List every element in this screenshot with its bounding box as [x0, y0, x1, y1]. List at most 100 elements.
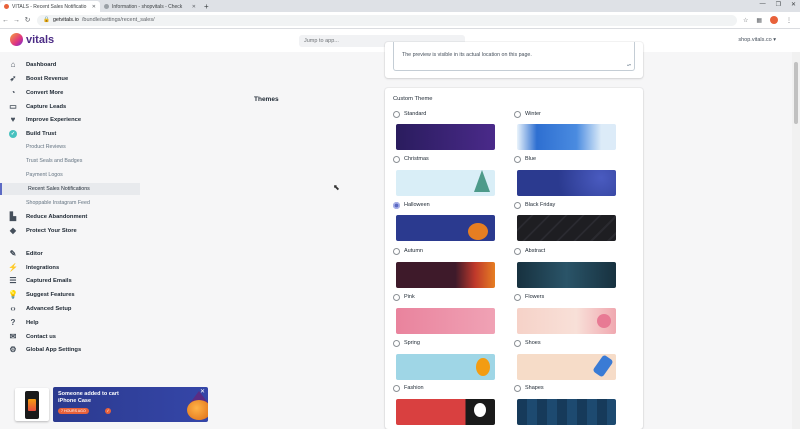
radio-button[interactable]	[393, 293, 400, 301]
theme-option-standard[interactable]: Standard	[393, 109, 426, 119]
radio-button[interactable]	[514, 339, 521, 347]
lock-icon: 🔒	[43, 17, 50, 23]
sidebar-item-label: Advanced Setup	[26, 305, 72, 312]
sidebar-item-label: Build Trust	[26, 130, 57, 137]
sidebar-item-captured-emails[interactable]: ☰ Captured Emails	[0, 274, 180, 287]
theme-swatch-standard[interactable]	[396, 124, 495, 150]
sidebar-item-contact-us[interactable]: ✉ Contact us	[0, 330, 180, 343]
page-scrollbar[interactable]	[792, 52, 800, 429]
sidebar-item-global-settings[interactable]: ⚙ Global App Settings	[0, 343, 180, 356]
sidebar-item-help[interactable]: ? Help	[0, 316, 180, 329]
radio-button[interactable]	[514, 384, 521, 392]
radio-button-selected[interactable]	[393, 201, 400, 209]
radio-button[interactable]	[393, 110, 400, 118]
theme-label: Flowers	[525, 294, 545, 300]
theme-option-black-friday[interactable]: Black Friday	[514, 200, 555, 210]
profile-avatar-icon[interactable]	[770, 16, 778, 24]
theme-swatch-halloween[interactable]	[396, 215, 495, 241]
radio-button[interactable]	[514, 110, 521, 118]
sidebar-item-suggest-features[interactable]: 💡 Suggest Features	[0, 288, 180, 301]
theme-swatch-pink[interactable]	[396, 308, 495, 334]
theme-swatch-flowers[interactable]	[517, 308, 616, 334]
theme-option-autumn[interactable]: Autumn	[393, 246, 423, 256]
scroll-arrows-icon[interactable]: ▴▾	[627, 62, 631, 67]
extension-icon[interactable]: ▦	[756, 17, 762, 24]
sidebar-subitem-instagram-feed[interactable]: Shoppable Instagram Feed	[26, 197, 90, 209]
home-icon: ⌂	[10, 60, 16, 69]
back-icon[interactable]: ←	[0, 17, 11, 24]
scrollbar-thumb[interactable]	[794, 62, 798, 124]
theme-option-shoes[interactable]: Shoes	[514, 338, 541, 348]
sidebar-item-boost-revenue[interactable]: ➶ Boost Revenue	[0, 72, 180, 85]
popup-close-icon[interactable]: ✕	[200, 388, 205, 395]
theme-swatch-blue[interactable]	[517, 170, 616, 196]
radio-button[interactable]	[393, 155, 400, 163]
sidebar-subitem-payment-logos[interactable]: Payment Logos	[26, 169, 63, 181]
theme-option-spring[interactable]: Spring	[393, 338, 420, 348]
sidebar-item-improve-experience[interactable]: ♥ Improve Experience	[0, 113, 180, 126]
restore-icon[interactable]: ❐	[776, 1, 781, 8]
sidebar-item-protect-store[interactable]: ◆ Protect Your Store	[0, 224, 180, 237]
reload-icon[interactable]: ↻	[22, 16, 33, 24]
radio-button[interactable]	[393, 247, 400, 255]
theme-swatch-black-friday[interactable]	[517, 215, 616, 241]
radio-button[interactable]	[514, 247, 521, 255]
theme-swatch-spring[interactable]	[396, 354, 495, 380]
sidebar-subitem-product-reviews[interactable]: Product Reviews	[26, 141, 66, 153]
theme-option-shapes[interactable]: Shapes	[514, 383, 544, 393]
theme-swatch-shapes[interactable]	[517, 399, 616, 425]
popup-product: iPhone Case	[58, 398, 92, 404]
menu-kebab-icon[interactable]: ⋮	[786, 17, 792, 24]
sidebar-item-capture-leads[interactable]: ▭ Capture Leads	[0, 100, 180, 113]
close-window-icon[interactable]: ✕	[791, 1, 796, 8]
brand-name: vitals	[26, 33, 55, 46]
url-field[interactable]: 🔒 getvitals.io/bundle/settings/recent_sa…	[37, 14, 737, 26]
theme-option-christmas[interactable]: Christmas	[393, 154, 429, 164]
browser-tab-active[interactable]: VITALS - Recent Sales Notificatio ✕	[0, 1, 100, 12]
sidebar-item-editor[interactable]: ✎ Editor	[0, 247, 180, 260]
theme-swatch-abstract[interactable]	[517, 262, 616, 288]
radio-button[interactable]	[514, 293, 521, 301]
sales-notification-popup[interactable]: Someone added to cart iPhone Case 7 HOUR…	[15, 387, 208, 422]
caret-down-icon: ▾	[773, 37, 776, 43]
theme-option-fashion[interactable]: Fashion	[393, 383, 424, 393]
popup-body[interactable]: Someone added to cart iPhone Case 7 HOUR…	[53, 387, 208, 422]
theme-label: Shoes	[525, 340, 541, 346]
radio-button[interactable]	[514, 155, 521, 163]
sidebar-item-dashboard[interactable]: ⌂ Dashboard	[0, 58, 180, 71]
theme-option-abstract[interactable]: Abstract	[514, 246, 545, 256]
url-path: /bundle/settings/recent_sales/	[81, 17, 155, 23]
star-icon[interactable]: ☆	[743, 17, 748, 24]
sidebar-item-build-trust[interactable]: ✓ Build Trust	[0, 127, 180, 140]
theme-option-flowers[interactable]: Flowers	[514, 292, 544, 302]
radio-button[interactable]	[393, 384, 400, 392]
theme-swatch-winter[interactable]	[517, 124, 616, 150]
theme-label: Fashion	[404, 385, 424, 391]
minimize-icon[interactable]: —	[760, 1, 766, 8]
theme-swatch-autumn[interactable]	[396, 262, 495, 288]
sidebar-item-convert-more[interactable]: ◔ Convert More	[0, 86, 180, 99]
sidebar-item-integrations[interactable]: ⚡ Integrations	[0, 261, 180, 274]
radio-button[interactable]	[514, 201, 521, 209]
theme-swatch-shoes[interactable]	[517, 354, 616, 380]
sidebar-item-reduce-abandonment[interactable]: ▙ Reduce Abandonment	[0, 210, 180, 223]
tab-close-icon[interactable]: ✕	[92, 4, 96, 10]
theme-option-pink[interactable]: Pink	[393, 292, 415, 302]
popup-message: Someone added to cart	[58, 391, 119, 397]
sidebar-subitem-recent-sales[interactable]: Recent Sales Notifications	[0, 183, 140, 195]
theme-option-blue[interactable]: Blue	[514, 154, 536, 164]
theme-swatch-christmas[interactable]	[396, 170, 495, 196]
shop-selector[interactable]: shop.vitals.co ▾	[738, 37, 776, 43]
radio-button[interactable]	[393, 339, 400, 347]
browser-tab[interactable]: Information - shopvitals - Check ✕	[100, 1, 200, 12]
forward-icon[interactable]: →	[11, 17, 22, 24]
vitals-logo[interactable]: vitals	[10, 33, 54, 46]
tab-close-icon[interactable]: ✕	[192, 4, 196, 10]
theme-option-winter[interactable]: Winter	[514, 109, 541, 119]
sidebar-subitem-trust-seals[interactable]: Trust Seals and Badges	[26, 155, 82, 167]
sidebar-item-advanced-setup[interactable]: ‹› Advanced Setup	[0, 302, 180, 315]
theme-option-halloween[interactable]: Halloween	[393, 200, 430, 210]
sidebar: ⌂ Dashboard ➶ Boost Revenue ◔ Convert More …	[0, 52, 180, 429]
new-tab-button[interactable]: +	[204, 1, 209, 12]
theme-swatch-fashion[interactable]	[396, 399, 495, 425]
